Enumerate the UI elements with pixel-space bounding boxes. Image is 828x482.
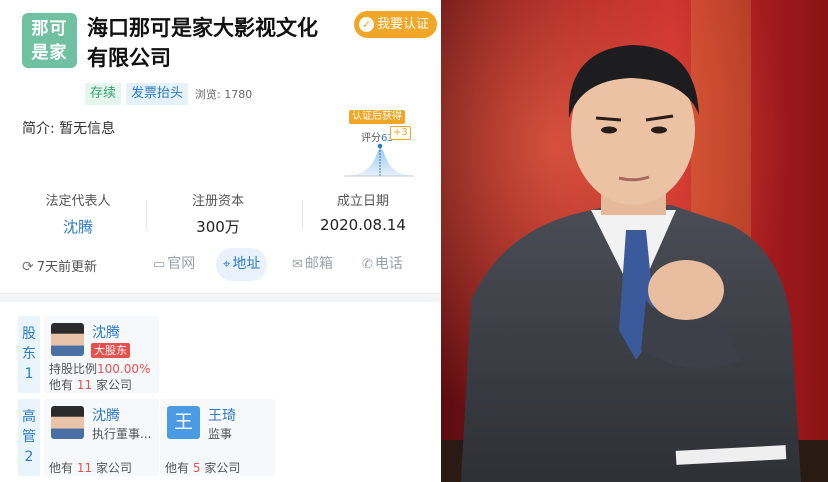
monitor-icon: ▭ — [153, 257, 166, 272]
status-badge: 存续 — [85, 83, 122, 105]
stat-legal-representative: 法定代表人 沈腾 — [40, 190, 116, 237]
stat-label: 注册资本 — [191, 194, 244, 209]
score-widget[interactable]: 认证后获得 评分63 +3 — [342, 110, 416, 182]
person-name: 沈腾 — [92, 408, 120, 424]
section-divider — [0, 293, 440, 302]
company-count-prefix: 他有 — [165, 461, 190, 475]
phone-button[interactable]: ✆ 电话 — [355, 248, 410, 281]
company-count-prefix: 他有 — [49, 378, 74, 392]
refresh-icon: ⟳ — [22, 259, 34, 275]
company-count-suffix: 家公司 — [95, 461, 132, 475]
executive-card[interactable]: 王 王琦 监事 他有 5 家公司 — [160, 399, 275, 476]
stat-divider — [302, 200, 303, 230]
share-ratio-value: 100.00% — [97, 362, 151, 376]
person-name: 王琦 — [208, 408, 236, 424]
person-role: 监事 — [208, 427, 233, 441]
verify-button-label: 我要认证 — [377, 17, 430, 32]
company-name: 海口那可是家大影视文化有限公司 — [87, 16, 318, 70]
logo-line-2: 是家 — [31, 43, 68, 63]
major-shareholder-badge: 大股东 — [91, 343, 130, 358]
email-label: 邮箱 — [304, 256, 333, 272]
check-icon: ✓ — [359, 17, 374, 32]
company-count-suffix: 家公司 — [95, 378, 132, 392]
company-count: 他有 5 家公司 — [165, 459, 240, 476]
updated-text: 7天前更新 — [36, 260, 98, 275]
logo-line-1: 那可 — [31, 19, 68, 39]
address-label: 地址 — [232, 256, 261, 272]
stat-value: 2020.08.14 — [320, 216, 406, 234]
company-logo: 那可 是家 — [22, 13, 77, 68]
executive-card[interactable]: 沈腾 执行董事... 他有 11 家公司 — [44, 399, 159, 476]
update-status[interactable]: ⟳ 7天前更新 — [22, 256, 97, 275]
invoice-header-tag[interactable]: 发票抬头 — [126, 83, 189, 105]
website-label: 官网 — [167, 256, 196, 272]
verify-button[interactable]: ✓ 我要认证 — [354, 11, 437, 38]
company-count-value: 5 — [192, 461, 201, 475]
website-button[interactable]: ▭ 官网 — [146, 248, 202, 281]
score-distribution-icon — [344, 143, 414, 177]
company-intro: 简介: 暂无信息 — [22, 121, 116, 137]
view-count: 浏览: 1780 — [195, 88, 253, 101]
mail-icon: ✉ — [292, 257, 303, 272]
score-badge: 认证后获得 — [349, 110, 405, 124]
stat-registered-capital: 注册资本 300万 — [178, 190, 258, 237]
phone-icon: ✆ — [362, 257, 373, 272]
score-plus: +3 — [390, 126, 411, 140]
avatar — [51, 406, 84, 439]
executives-label[interactable]: 高管2 — [18, 399, 40, 476]
phone-label: 电话 — [374, 256, 403, 272]
shareholders-label[interactable]: 股东1 — [18, 316, 40, 393]
share-ratio: 持股比例100.00% — [49, 360, 150, 377]
stat-value: 300万 — [196, 218, 240, 236]
person-name: 沈腾 — [92, 325, 120, 341]
location-pin-icon: ⌖ — [223, 257, 231, 272]
company-count-prefix: 他有 — [49, 461, 74, 475]
company-count: 他有 11 家公司 — [49, 376, 132, 393]
photo-illustration — [441, 0, 828, 482]
person-role: 执行董事... — [92, 427, 152, 441]
email-button[interactable]: ✉ 邮箱 — [285, 248, 340, 281]
company-count-value: 11 — [76, 461, 93, 475]
company-profile-panel: 那可 是家 海口那可是家大影视文化有限公司 ✓ 我要认证 存续 发票抬头 浏览: … — [0, 0, 440, 482]
avatar — [51, 323, 84, 356]
avatar: 王 — [167, 406, 200, 439]
person-photo — [441, 0, 828, 482]
stat-divider — [146, 200, 147, 230]
address-button[interactable]: ⌖ 地址 — [216, 248, 268, 281]
stat-label: 法定代表人 — [45, 194, 111, 209]
company-count: 他有 11 家公司 — [49, 459, 132, 476]
legal-representative-link[interactable]: 沈腾 — [40, 216, 116, 237]
share-ratio-label: 持股比例 — [49, 362, 98, 376]
stat-established-date: 成立日期 2020.08.14 — [318, 190, 408, 234]
stat-label: 成立日期 — [336, 194, 389, 209]
company-count-value: 11 — [76, 378, 93, 392]
shareholder-card[interactable]: 沈腾 大股东 持股比例100.00% 他有 11 家公司 — [44, 316, 159, 393]
company-count-suffix: 家公司 — [204, 461, 241, 475]
